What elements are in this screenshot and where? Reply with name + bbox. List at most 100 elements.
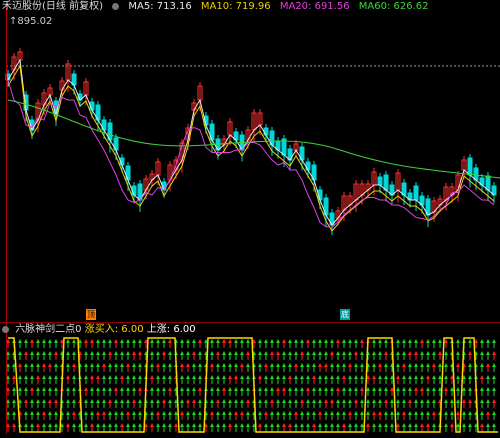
signal-arrow-head (222, 411, 226, 415)
signal-arrow-head (330, 423, 334, 427)
signal-arrow-head (186, 423, 190, 427)
signal-arrow-head (462, 411, 466, 415)
signal-arrow-head (306, 423, 310, 427)
signal-arrow-head (96, 351, 100, 355)
signal-arrow-head (384, 375, 388, 379)
signal-arrow-head (396, 351, 400, 355)
signal-arrow-head (210, 423, 214, 427)
signal-arrow-head (102, 423, 106, 427)
signal-arrow-head (264, 399, 268, 403)
signal-arrow-head (282, 339, 286, 343)
signal-arrow-head (228, 363, 232, 367)
signal-arrow-head (156, 387, 160, 391)
signal-arrow-head (198, 363, 202, 367)
signal-arrow-head (156, 339, 160, 343)
signal-arrow-head (192, 411, 196, 415)
signal-arrow-head (450, 399, 454, 403)
signal-arrow-head (282, 411, 286, 415)
signal-arrow-head (396, 387, 400, 391)
signal-arrow-head (450, 423, 454, 427)
signal-arrow-head (318, 363, 322, 367)
signal-arrow-head (30, 399, 34, 403)
signal-arrow-head (486, 387, 490, 391)
signal-arrow-head (186, 387, 190, 391)
signal-arrow-head (162, 363, 166, 367)
signal-arrow-head (312, 423, 316, 427)
signal-arrow-head (162, 423, 166, 427)
signal-arrow-head (216, 351, 220, 355)
signal-arrow-head (222, 423, 226, 427)
signal-arrow-head (378, 387, 382, 391)
signal-arrow-head (300, 399, 304, 403)
signal-arrow-head (180, 339, 184, 343)
signal-arrow-head (468, 351, 472, 355)
signal-arrow-head (396, 411, 400, 415)
signal-arrow-head (90, 375, 94, 379)
signal-arrow-head (402, 363, 406, 367)
signal-arrow-head (102, 363, 106, 367)
signal-arrow-head (384, 399, 388, 403)
signal-arrow-head (162, 375, 166, 379)
candle-body (383, 174, 389, 191)
signal-arrow-head (150, 375, 154, 379)
settings-dot-icon[interactable] (112, 2, 120, 10)
signal-arrow-head (426, 375, 430, 379)
signal-arrow-head (276, 375, 280, 379)
signal-arrow-head (240, 387, 244, 391)
signal-arrow-head (378, 423, 382, 427)
signal-arrow-head (294, 339, 298, 343)
signal-arrow-head (150, 363, 154, 367)
signal-arrow-head (276, 399, 280, 403)
signal-arrow-head (240, 363, 244, 367)
signal-arrow-head (48, 399, 52, 403)
signal-arrow-head (126, 363, 130, 367)
signal-arrow-head (282, 423, 286, 427)
signal-arrow-head (84, 351, 88, 355)
signal-arrow-head (360, 375, 364, 379)
signal-arrow-head (432, 351, 436, 355)
signal-arrow-head (336, 399, 340, 403)
signal-arrow-head (120, 387, 124, 391)
signal-arrow-head (216, 363, 220, 367)
signal-arrow-head (294, 423, 298, 427)
signal-arrow-head (234, 375, 238, 379)
signal-arrow-head (150, 423, 154, 427)
signal-arrow-head (114, 363, 118, 367)
bottom-marker[interactable]: 底 (340, 309, 350, 320)
signal-arrow-head (492, 363, 496, 367)
signal-arrow-head (36, 339, 40, 343)
signal-arrow-head (330, 363, 334, 367)
signal-arrow-head (108, 351, 112, 355)
signal-arrow-head (96, 363, 100, 367)
signal-arrow-head (414, 399, 418, 403)
signal-arrow-head (348, 339, 352, 343)
signal-arrow-head (234, 399, 238, 403)
signal-arrow-head (264, 375, 268, 379)
signal-arrow-head (348, 363, 352, 367)
signal-arrow-head (216, 339, 220, 343)
signal-arrow-head (372, 375, 376, 379)
signal-arrow-head (264, 411, 268, 415)
signal-arrow-head (438, 339, 442, 343)
signal-arrow-head (156, 351, 160, 355)
signal-arrow-head (84, 387, 88, 391)
signal-arrow-head (48, 387, 52, 391)
signal-arrow-head (48, 339, 52, 343)
signal-arrow-head (438, 375, 442, 379)
kline-chart[interactable] (0, 0, 500, 438)
signal-arrow-head (354, 423, 358, 427)
signal-arrow-head (468, 423, 472, 427)
top-marker[interactable]: 顶 (86, 309, 96, 320)
signal-arrow-head (240, 423, 244, 427)
signal-arrow-head (132, 423, 136, 427)
signal-arrow-head (276, 423, 280, 427)
signal-arrow-head (54, 399, 58, 403)
signal-arrow-head (180, 375, 184, 379)
signal-arrow-head (162, 387, 166, 391)
signal-arrow-head (372, 351, 376, 355)
candle-body (413, 185, 419, 201)
indicator-settings-icon[interactable] (2, 325, 9, 333)
signal-arrow-head (444, 387, 448, 391)
signal-arrow-head (354, 399, 358, 403)
signal-arrow-head (354, 339, 358, 343)
